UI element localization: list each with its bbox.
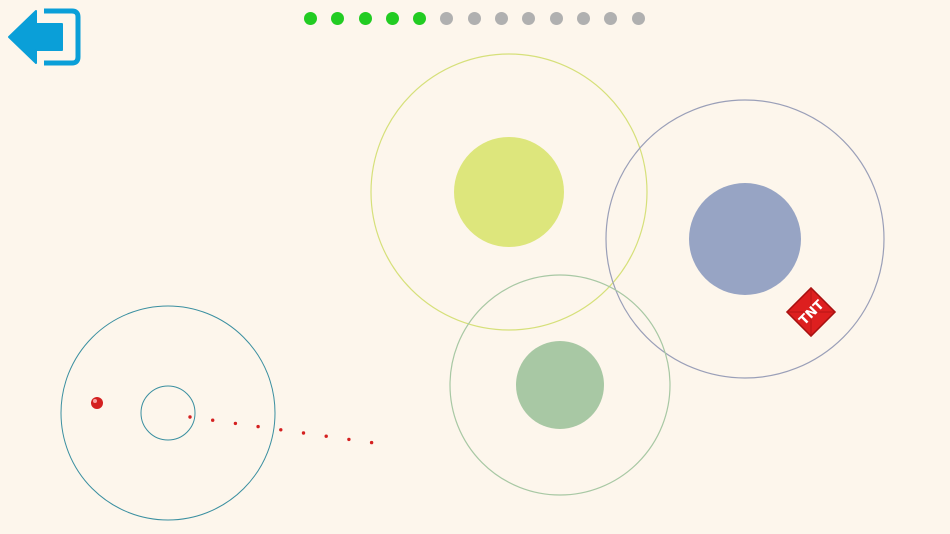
- aim-dot: [211, 418, 215, 422]
- aim-dot: [369, 440, 374, 445]
- aim-dot: [188, 415, 192, 419]
- back-button[interactable]: [6, 6, 82, 68]
- progress-dot-pending: [604, 12, 618, 25]
- aim-dot: [256, 424, 260, 429]
- planet-green: [449, 274, 671, 496]
- planet-yellow-core: [454, 137, 564, 247]
- tnt-crate: TNT: [785, 286, 837, 338]
- progress-dot-completed: [331, 12, 345, 25]
- progress-dot-completed: [385, 12, 399, 25]
- planet-blue: [605, 99, 885, 379]
- aim-dot: [324, 434, 328, 438]
- progress-dot-completed: [304, 12, 317, 25]
- aim-dot: [347, 437, 351, 442]
- planet-green-core: [516, 341, 604, 429]
- progress-dot-pending: [440, 12, 454, 25]
- exit-arrow-icon: [8, 8, 81, 66]
- aim-dot: [279, 428, 283, 432]
- aim-dot: [301, 431, 306, 435]
- progress-dot-pending: [576, 12, 590, 25]
- progress-dot-pending: [522, 12, 536, 25]
- game-stage[interactable]: TNT: [0, 0, 950, 534]
- progress-dot-pending: [549, 12, 563, 25]
- start-orbit-outer-ring: [60, 305, 276, 521]
- start-orbit-inner-ring: [140, 385, 196, 441]
- progress-dot-pending: [495, 12, 509, 25]
- progress-dot-pending: [467, 12, 481, 25]
- progress-dot-completed: [413, 12, 427, 25]
- planet-blue-core: [689, 183, 801, 295]
- aim-dot: [233, 421, 238, 426]
- planet-yellow: [370, 53, 648, 331]
- aim-trajectory: [188, 415, 374, 445]
- progress-dot-pending: [631, 12, 645, 25]
- start-orbit: [60, 305, 276, 521]
- level-progress: [304, 12, 645, 26]
- player-ball[interactable]: [91, 397, 103, 409]
- progress-dot-completed: [358, 12, 372, 25]
